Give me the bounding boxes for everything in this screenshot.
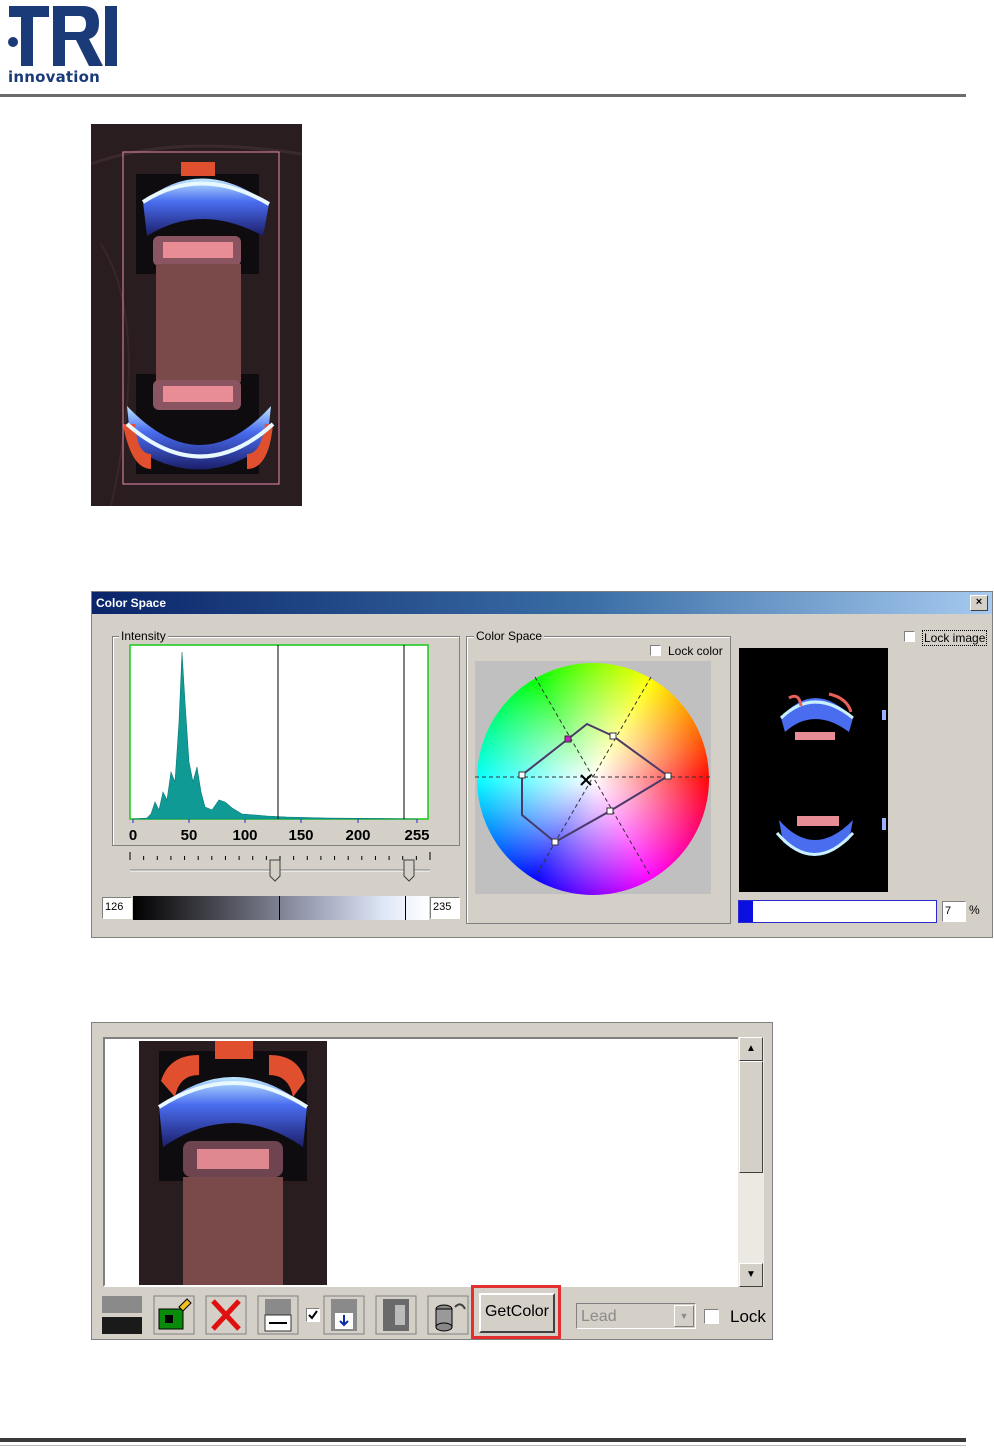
slider-low-thumb[interactable]: [269, 859, 281, 882]
lock-color-checkbox[interactable]: [650, 645, 661, 656]
lock-image-label: Lock image: [922, 630, 988, 646]
logo-mark-icon: [8, 6, 117, 66]
component-photo: [90, 124, 303, 507]
gradient-low-marker: [279, 896, 280, 920]
gradient-high-marker: [405, 896, 406, 920]
match-percent-unit: %: [969, 903, 980, 917]
scroll-down-icon[interactable]: ▼: [739, 1263, 763, 1287]
slider-high-thumb[interactable]: [403, 859, 415, 882]
tick-label: 255: [404, 827, 429, 844]
database-icon[interactable]: [427, 1295, 469, 1335]
intensity-low-value[interactable]: 126: [102, 897, 132, 919]
intensity-group-label: Intensity: [119, 629, 168, 643]
tick-label: 200: [345, 827, 370, 844]
intensity-range-slider[interactable]: [126, 850, 436, 886]
camera-edit-icon[interactable]: [153, 1295, 195, 1335]
lock-color-label: Lock color: [668, 644, 723, 658]
scroll-thumb[interactable]: [739, 1061, 763, 1173]
template-image-list[interactable]: [103, 1037, 741, 1287]
logo-subtitle: innovation: [8, 68, 100, 86]
region-type-select[interactable]: Lead ▼: [576, 1303, 696, 1329]
tick-label: 50: [181, 827, 198, 844]
intensity-gradient-bar: [133, 896, 429, 920]
lock-image-checkbox[interactable]: [904, 631, 915, 642]
list-scrollbar[interactable]: ▲ ▼: [738, 1037, 764, 1287]
enable-checkbox[interactable]: [306, 1308, 320, 1322]
lock-label: Lock: [730, 1307, 766, 1326]
match-progress-fill: [739, 901, 753, 922]
delete-icon[interactable]: [205, 1295, 247, 1335]
intensity-high-value[interactable]: 235: [430, 897, 460, 919]
dialog-title: Color Space: [96, 596, 167, 610]
close-icon[interactable]: ×: [970, 595, 988, 611]
layers-icon[interactable]: [101, 1295, 143, 1335]
scroll-up-icon[interactable]: ▲: [739, 1037, 763, 1061]
crosshair-icon: [580, 774, 592, 786]
tick-label: 0: [129, 827, 137, 844]
chevron-down-icon[interactable]: ▼: [674, 1305, 694, 1327]
region-type-value: Lead: [581, 1308, 617, 1325]
measure-icon[interactable]: [257, 1295, 299, 1335]
tick-label: 150: [288, 827, 313, 844]
getcolor-button[interactable]: GetColor: [479, 1293, 555, 1333]
save-icon[interactable]: [323, 1295, 365, 1335]
color-wheel[interactable]: [475, 661, 711, 895]
color-space-group-label: Color Space: [474, 629, 545, 643]
match-percent-value: 7: [942, 901, 966, 922]
template-thumbnail[interactable]: [139, 1041, 327, 1285]
lock-checkbox[interactable]: [704, 1309, 719, 1324]
header-divider: [0, 94, 966, 97]
export-icon[interactable]: [375, 1295, 417, 1335]
template-panel: ▲ ▼ GetColor Lead ▼ Lock: [91, 1022, 773, 1340]
dialog-titlebar[interactable]: Color Space ×: [92, 592, 992, 614]
intensity-histogram[interactable]: 0 50 100 150 200 255: [127, 642, 437, 847]
tick-label: 100: [232, 827, 257, 844]
color-space-dialog: Color Space × Intensity 0 50 100 150 200…: [91, 591, 993, 938]
color-mask-preview: [739, 648, 888, 892]
footer-divider: [0, 1438, 966, 1442]
footer-divider-light: [0, 1445, 966, 1446]
match-progress-bar: [738, 900, 937, 923]
